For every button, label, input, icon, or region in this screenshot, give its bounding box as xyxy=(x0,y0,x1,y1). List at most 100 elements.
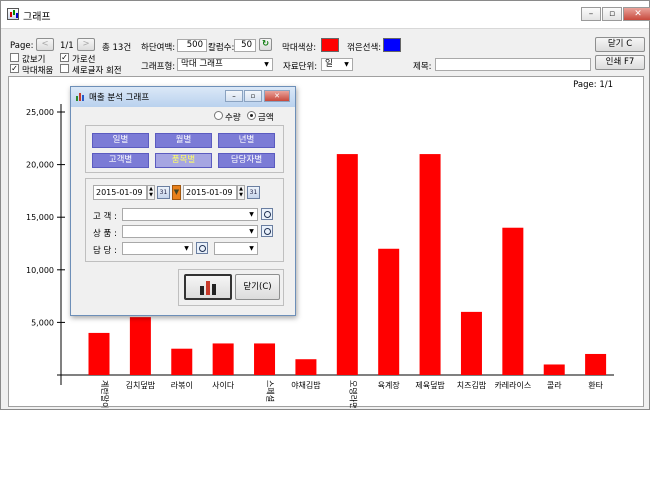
x-tick-label: 사이다 xyxy=(212,380,235,390)
manager-select[interactable]: ▼ xyxy=(122,242,193,255)
bar-color-label: 막대색상: xyxy=(282,43,317,53)
tab-daily[interactable]: 일별 xyxy=(92,133,149,148)
dialog-close-action-button[interactable]: 닫기(C) xyxy=(235,274,280,300)
chart-icon xyxy=(76,93,84,101)
search-icon[interactable] xyxy=(261,225,273,237)
minimize-button[interactable]: – xyxy=(581,7,601,21)
bar xyxy=(543,364,565,375)
fill-bars-label: 막대채움 xyxy=(22,66,54,76)
bar xyxy=(129,317,151,375)
bar xyxy=(212,343,234,375)
y-tick-label: 15,000 xyxy=(26,213,54,222)
maximize-button[interactable]: ▫ xyxy=(602,7,622,21)
bar xyxy=(88,332,110,375)
date-to-spinner[interactable]: ▲ ▼ xyxy=(237,185,245,200)
total-count: 총 13건 xyxy=(102,43,132,53)
search-icon[interactable] xyxy=(261,208,273,220)
date-to-input[interactable]: 2015-01-09 xyxy=(183,185,237,200)
data-unit-value: 일 xyxy=(325,59,333,69)
fill-bars-checkbox[interactable]: ✓ xyxy=(10,64,19,73)
graph-type-value: 막대 그래프 xyxy=(181,59,223,69)
print-button[interactable]: 인쇄 F7 xyxy=(595,55,645,70)
chevron-down-icon: ▼ xyxy=(344,61,349,68)
page-number: 1/1 xyxy=(60,41,74,51)
data-unit-select[interactable]: 일 ▼ xyxy=(321,58,353,71)
product-select[interactable]: ▼ xyxy=(122,225,258,238)
bar xyxy=(254,343,276,375)
data-unit-label: 자료단위: xyxy=(283,62,318,72)
amount-radio[interactable] xyxy=(247,111,256,120)
next-page-button[interactable]: > xyxy=(77,38,95,51)
dialog-title-bar[interactable]: 매출 분석 그래프 – ▫ ✕ xyxy=(71,87,295,107)
x-tick-label: 콜라 xyxy=(547,381,562,390)
show-values-checkbox[interactable] xyxy=(10,53,19,62)
x-tick-label: 치즈김밥 xyxy=(457,380,487,390)
column-width-label: 칼럼수: xyxy=(208,43,235,53)
chevron-down-icon: ▼ xyxy=(249,245,254,252)
vertical-text-label: 세로글자 회전 xyxy=(72,66,122,76)
tab-manager[interactable]: 담당자별 xyxy=(218,153,275,168)
vertical-text-checkbox[interactable] xyxy=(60,64,69,73)
title-label: 제목: xyxy=(413,62,432,72)
date-from-input[interactable]: 2015-01-09 xyxy=(93,185,147,200)
close-button[interactable]: 닫기 C xyxy=(595,37,645,52)
customer-label: 고 객 : xyxy=(93,212,117,222)
chevron-down-icon: ▼ xyxy=(264,61,269,68)
dialog-title: 매출 분석 그래프 xyxy=(89,93,150,103)
tab-yearly[interactable]: 년별 xyxy=(218,133,275,148)
tab-customer[interactable]: 고객별 xyxy=(92,153,149,168)
chevron-down-icon: ▼ xyxy=(184,245,189,252)
horizontal-line-checkbox[interactable]: ✓ xyxy=(60,53,69,62)
x-tick-label: 육계장 xyxy=(378,380,401,390)
x-tick-label: 카레라이스 xyxy=(494,380,531,390)
tab-monthly[interactable]: 월별 xyxy=(155,133,212,148)
title-input[interactable] xyxy=(435,58,591,71)
x-tick-label: 김치덮밥 xyxy=(126,380,156,390)
customer-select[interactable]: ▼ xyxy=(122,208,258,221)
bar xyxy=(585,353,607,375)
bar xyxy=(295,359,317,375)
y-tick-label: 5,000 xyxy=(31,318,54,327)
quantity-radio-label: 수량 xyxy=(225,113,241,123)
graph-type-select[interactable]: 막대 그래프 ▼ xyxy=(177,58,273,71)
chevron-down-icon: ▼ xyxy=(249,211,254,218)
manager-label: 담 당 : xyxy=(93,246,117,256)
window-title: 그래프 xyxy=(23,12,51,23)
column-width-input[interactable]: 50 xyxy=(234,39,256,52)
graph-type-label: 그래프형: xyxy=(141,62,176,72)
bottom-margin-label: 하단여백: xyxy=(141,43,176,53)
close-window-button[interactable]: ✕ xyxy=(623,7,650,21)
title-bar[interactable]: 그래프 – ▫ ✕ xyxy=(1,1,650,29)
chevron-down-icon: ▼ xyxy=(249,228,254,235)
line-color-swatch[interactable] xyxy=(383,38,401,52)
manager-extra-select[interactable]: ▼ xyxy=(214,242,258,255)
x-tick-label: 오뎅라면 xyxy=(348,380,358,408)
quantity-radio[interactable] xyxy=(214,111,223,120)
bottom-margin-input[interactable]: 500 xyxy=(177,39,207,52)
date-from-spinner[interactable]: ▲ ▼ xyxy=(147,185,155,200)
bar xyxy=(502,227,524,375)
bar xyxy=(419,154,441,375)
bar xyxy=(378,248,400,375)
bar xyxy=(336,154,358,375)
prev-page-button[interactable]: < xyxy=(36,38,54,51)
product-label: 상 품 : xyxy=(93,229,117,239)
refresh-icon[interactable]: ↻ xyxy=(259,38,272,51)
calendar-icon[interactable]: 31 xyxy=(247,186,260,199)
bar-color-swatch[interactable] xyxy=(321,38,339,52)
y-tick-label: 25,000 xyxy=(26,108,54,117)
search-icon[interactable] xyxy=(196,242,208,254)
tab-product[interactable]: 품목별 xyxy=(155,153,212,168)
y-tick-label: 10,000 xyxy=(26,266,54,275)
app-chart-icon xyxy=(7,8,19,20)
sales-analysis-dialog: 매출 분석 그래프 – ▫ ✕ 수량 금액 일별 월별 년별 고객별 품목별 담… xyxy=(70,86,296,316)
draw-chart-button[interactable] xyxy=(184,274,232,300)
calendar-icon[interactable]: 31 xyxy=(157,186,170,199)
y-tick-label: 20,000 xyxy=(26,161,54,170)
dialog-minimize-button[interactable]: – xyxy=(225,90,243,102)
range-arrow-icon[interactable]: ▼ xyxy=(172,185,181,200)
dialog-close-button[interactable]: ✕ xyxy=(264,90,290,102)
x-tick-label: 스페셜 xyxy=(266,380,276,402)
bar-chart-icon xyxy=(200,281,216,295)
dialog-maximize-button[interactable]: ▫ xyxy=(244,90,262,102)
